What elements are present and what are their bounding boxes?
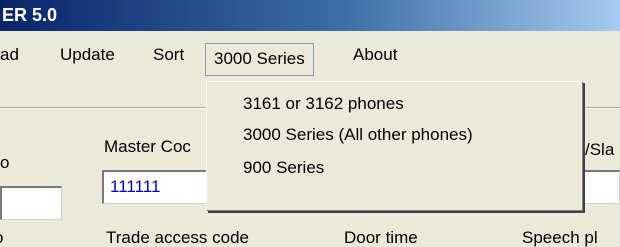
menu-sort[interactable]: Sort — [153, 44, 184, 74]
menu-option-3000-series-all[interactable]: 3000 Series (All other phones) — [243, 121, 473, 149]
title-bar: ER 5.0 — [0, 0, 620, 31]
master-code-label: Master Coc — [104, 137, 191, 156]
left-field[interactable] — [0, 186, 62, 220]
door-time-label: Door time — [344, 228, 418, 247]
speech-label: Speech pl — [522, 228, 598, 247]
left-field-label: o — [0, 153, 10, 172]
window-title: ER 5.0 — [2, 5, 58, 25]
master-slave-label: /Sla — [585, 140, 615, 159]
trade-access-code-label: Trade access code — [106, 228, 249, 247]
left-bottom-label: o — [0, 227, 3, 247]
menu-option-900-series[interactable]: 900 Series — [243, 154, 324, 182]
menu-bar: ad Update Sort 3000 Series About — [0, 31, 620, 77]
menu-update[interactable]: Update — [60, 44, 115, 74]
menu-load[interactable]: ad — [0, 44, 19, 74]
menu-about[interactable]: About — [353, 44, 397, 74]
series-dropdown-menu: 3161 or 3162 phones 3000 Series (All oth… — [206, 81, 583, 211]
menu-3000-series[interactable]: 3000 Series — [205, 43, 314, 76]
menu-option-3161-3162[interactable]: 3161 or 3162 phones — [243, 90, 404, 118]
